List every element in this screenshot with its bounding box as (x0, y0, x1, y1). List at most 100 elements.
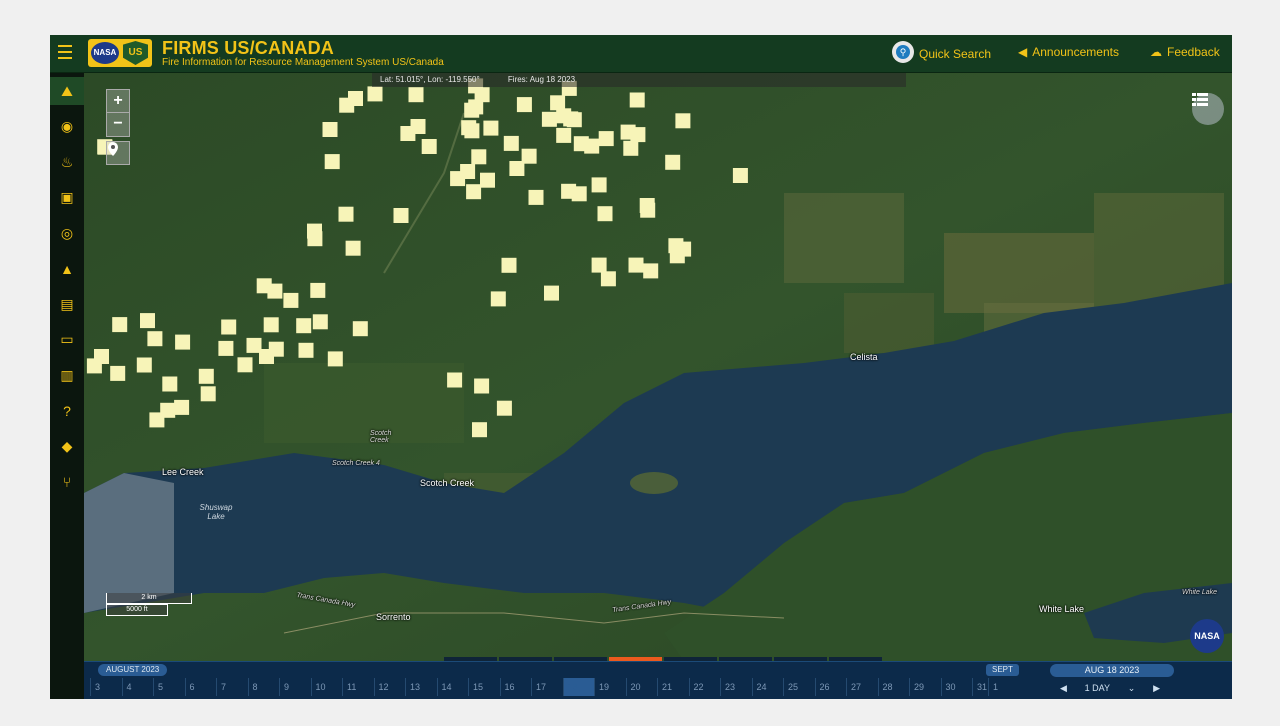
fire-pixel[interactable] (160, 402, 176, 418)
fire-pixel[interactable] (218, 340, 234, 356)
quick-search-button[interactable]: ⚲ Quick Search (892, 41, 991, 63)
fire-pixel[interactable] (421, 139, 437, 154)
fire-pixel[interactable] (640, 202, 656, 218)
prev-step-icon[interactable]: ◀ (1060, 680, 1067, 696)
fire-pixel[interactable] (643, 263, 659, 279)
fire-pixel[interactable] (630, 127, 646, 143)
fire-pixel[interactable] (345, 240, 361, 256)
fire-pixel[interactable] (408, 87, 424, 103)
fire-pixel[interactable] (352, 321, 368, 337)
fire-pixel[interactable] (450, 171, 466, 187)
fire-pixel[interactable] (483, 120, 499, 136)
timeline-day-22[interactable]: 22 (688, 678, 721, 696)
timeline-day-27[interactable]: 27 (846, 678, 878, 696)
timeline-day-16[interactable]: 16 (499, 678, 532, 696)
sidebar-item-bell[interactable]: ▲ (50, 255, 84, 283)
fire-pixel[interactable] (509, 161, 525, 176)
fire-pixel[interactable] (468, 99, 484, 115)
fire-pixel[interactable] (298, 342, 314, 358)
fire-pixel[interactable] (528, 189, 544, 205)
fire-pixel[interactable] (541, 111, 557, 127)
fire-pixel[interactable] (322, 122, 338, 137)
fire-pixel[interactable] (629, 92, 645, 108)
fire-pixel[interactable] (174, 399, 190, 415)
fire-pixel[interactable] (237, 357, 253, 373)
timeline-day-14[interactable]: 14 (436, 678, 469, 696)
sidebar-item-fire[interactable]: ♨ (50, 148, 84, 176)
fire-pixel[interactable] (597, 206, 613, 222)
timeline-day-15[interactable]: 15 (468, 678, 500, 696)
feedback-button[interactable]: ☁ Feedback (1150, 45, 1220, 59)
timeline-day-29[interactable]: 29 (909, 678, 941, 696)
fire-pixel[interactable] (175, 334, 191, 350)
current-date-display[interactable]: AUG 18 2023 (1050, 664, 1174, 677)
timeline-day-10[interactable]: 10 (310, 678, 343, 696)
fire-pixel[interactable] (490, 291, 506, 307)
fire-pixel[interactable] (338, 206, 354, 222)
fire-pixel[interactable] (563, 111, 579, 127)
step-size-select[interactable]: 1 DAY (1085, 680, 1110, 696)
fire-pixel[interactable] (676, 241, 692, 257)
fire-pixel[interactable] (665, 154, 681, 170)
timeline-day-28[interactable]: 28 (877, 678, 910, 696)
fire-pixel[interactable] (327, 351, 343, 367)
timeline-day-3[interactable]: 3 (90, 678, 122, 696)
timeline-day-5[interactable]: 5 (153, 678, 185, 696)
chevron-down-icon[interactable]: ⌄ (1128, 680, 1136, 696)
sidebar-item-satellite[interactable]: ◎ (50, 219, 84, 247)
fire-pixel[interactable] (516, 97, 532, 113)
timeline-day-13[interactable]: 13 (405, 678, 437, 696)
fire-pixel[interactable] (573, 136, 589, 152)
timeline-day-24[interactable]: 24 (751, 678, 784, 696)
timeline-day-25[interactable]: 25 (783, 678, 815, 696)
fire-pixel[interactable] (324, 154, 340, 170)
fire-pixel[interactable] (503, 135, 519, 151)
fire-pixel[interactable] (140, 313, 155, 329)
fire-pixel[interactable] (339, 97, 355, 113)
timeline-day-7[interactable]: 7 (216, 678, 248, 696)
sidebar-item-help[interactable]: ? (50, 397, 84, 425)
layer-list-button[interactable] (1192, 93, 1224, 125)
next-step-icon[interactable]: ▶ (1153, 680, 1160, 696)
fire-pixel[interactable] (410, 119, 426, 134)
fire-pixel[interactable] (198, 368, 214, 384)
fire-pixel[interactable] (221, 319, 237, 335)
sidebar-item-image[interactable]: ▣ (50, 184, 84, 212)
timeline-day-8[interactable]: 8 (247, 678, 280, 696)
fire-pixel[interactable] (544, 285, 559, 301)
fire-pixel[interactable] (628, 257, 644, 273)
map-view[interactable]: Lat: 51.015°, Lon: -119.550° Fires: Aug … (84, 73, 1232, 661)
fire-pixel[interactable] (675, 113, 691, 129)
fire-pixel[interactable] (296, 318, 312, 334)
timeline-day-9[interactable]: 9 (279, 678, 311, 696)
sidebar-item-archive[interactable]: ▤ (50, 290, 84, 318)
timeline-day-12[interactable]: 12 (373, 678, 406, 696)
fire-pixel[interactable] (472, 422, 487, 438)
fire-pixel[interactable] (598, 131, 614, 147)
fire-pixel[interactable] (263, 317, 279, 333)
fire-pixel[interactable] (307, 231, 323, 247)
fire-pixel[interactable] (310, 282, 326, 298)
fire-pixel[interactable] (600, 271, 616, 287)
fire-pixel[interactable] (501, 257, 517, 273)
zoom-out-button[interactable]: − (107, 113, 129, 135)
fire-pixel[interactable] (283, 292, 299, 308)
timeline-day-20[interactable]: 20 (625, 678, 658, 696)
timeline-day-4[interactable]: 4 (121, 678, 154, 696)
sidebar-item-book[interactable]: ▥ (50, 361, 84, 389)
pin-location-button[interactable] (106, 141, 130, 165)
fire-pixel[interactable] (447, 372, 463, 388)
timeline-day-26[interactable]: 26 (814, 678, 847, 696)
timeline-day-17[interactable]: 17 (531, 678, 563, 696)
fire-pixel[interactable] (147, 331, 163, 347)
fire-pixel[interactable] (312, 314, 328, 330)
sidebar-item-map-layers[interactable]: ⛰ (50, 77, 84, 105)
fire-pixel[interactable] (571, 186, 587, 202)
fire-pixel[interactable] (480, 172, 495, 188)
fire-pixel[interactable] (496, 400, 512, 416)
fire-pixel[interactable] (550, 95, 566, 111)
fire-pixel[interactable] (474, 378, 490, 394)
announcements-button[interactable]: ◀ Announcements (1018, 45, 1119, 59)
timeline-day-11[interactable]: 11 (342, 678, 374, 696)
fire-pixel[interactable] (732, 168, 748, 183)
